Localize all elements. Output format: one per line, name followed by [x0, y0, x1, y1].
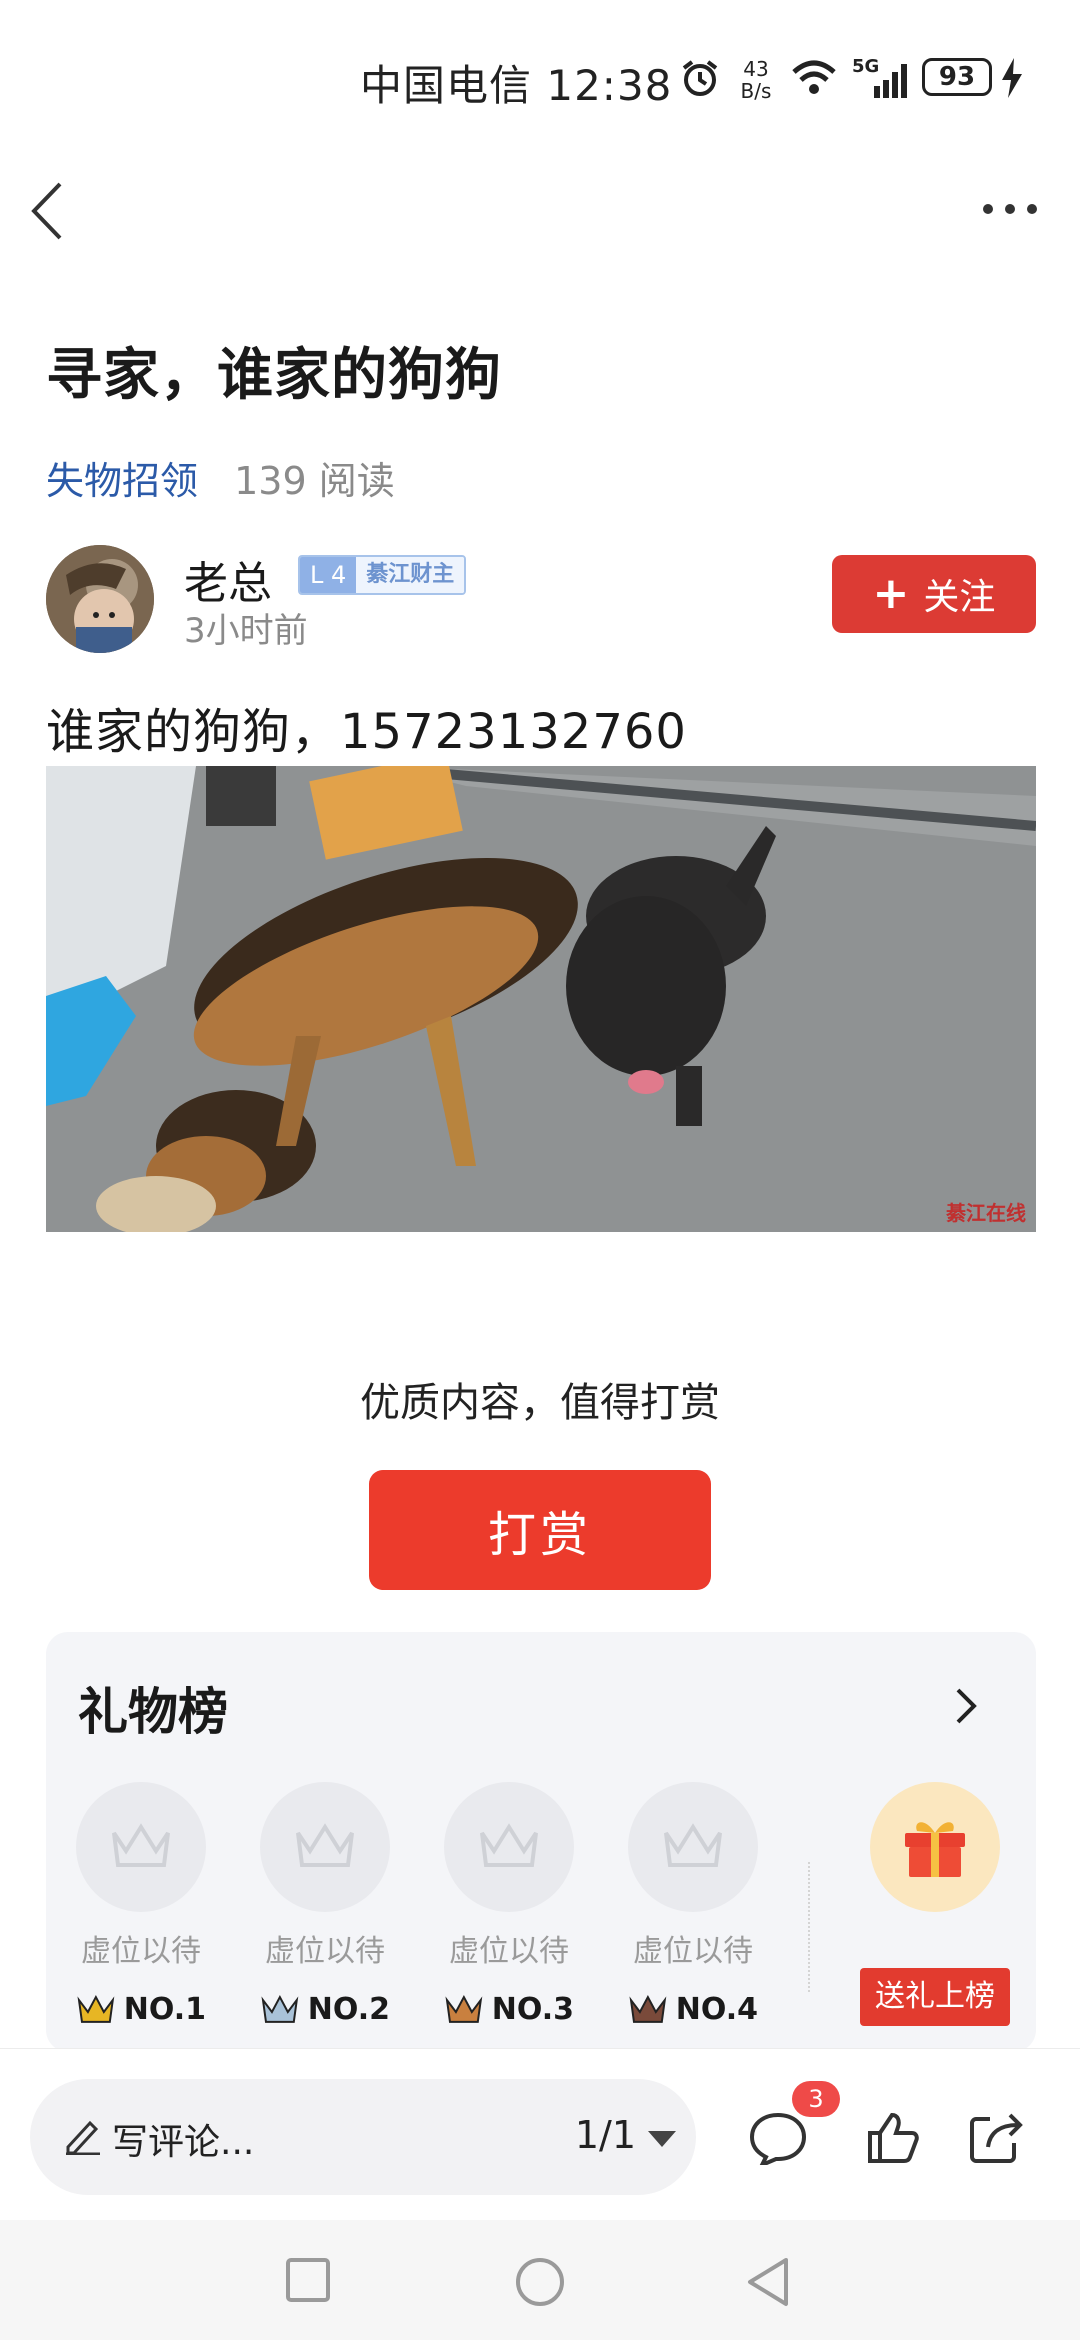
plus-icon: + — [872, 568, 910, 619]
battery-indicator: 93 — [922, 58, 992, 96]
crown-outline-icon — [480, 1823, 538, 1867]
slot-avatar — [444, 1782, 574, 1912]
cellular-signal-icon — [874, 64, 907, 98]
article-title: 寻家，谁家的狗狗 — [46, 343, 502, 408]
crown-bronze-icon — [445, 1994, 483, 2023]
avatar[interactable] — [46, 545, 154, 653]
gift-divider — [808, 1862, 810, 1992]
gift-slot-1[interactable]: 虚位以待 NO.1 — [76, 1782, 206, 2027]
crown-silver-icon — [261, 1994, 299, 2023]
comment-count-badge: 3 — [792, 2081, 840, 2117]
net-speed-unit: B/s — [740, 79, 772, 103]
alarm-icon — [682, 60, 718, 96]
net-speed: 43 B/s — [736, 58, 776, 102]
slot-rank: NO.1 — [76, 1992, 206, 2027]
top-nav — [0, 170, 1080, 250]
comment-icon[interactable] — [748, 2111, 808, 2165]
article-meta: 失物招领 139 阅读 — [46, 450, 395, 505]
crown-outline-icon — [664, 1823, 722, 1867]
gift-slot-3[interactable]: 虚位以待 NO.3 — [444, 1782, 574, 2027]
like-icon[interactable] — [866, 2111, 920, 2165]
comment-input[interactable]: 写评论... 1/1 — [30, 2079, 696, 2195]
send-gift[interactable]: 送礼上榜 — [860, 1782, 1010, 2026]
post-photo[interactable]: 綦江在线 — [46, 766, 1036, 1232]
author-name[interactable]: 老总 — [184, 547, 272, 611]
status-bar: 中国电信 12:38 43 B/s 5G 93 — [0, 0, 1080, 150]
wifi-icon — [792, 60, 836, 94]
read-count: 139 阅读 — [234, 459, 395, 503]
follow-label: 关注 — [923, 577, 996, 618]
gift-slot-4[interactable]: 虚位以待 NO.4 — [628, 1782, 758, 2027]
bottom-action-bar: 写评论... 1/1 3 — [0, 2048, 1080, 2220]
category-link[interactable]: 失物招领 — [46, 459, 198, 503]
back-icon[interactable] — [24, 176, 74, 246]
slot-label: 虚位以待 — [81, 1934, 201, 1969]
gift-board: 礼物榜 虚位以待 NO.1 虚位以待 NO.2 虚位以待 NO.3 虚位以待 N… — [46, 1632, 1036, 2052]
slot-rank: NO.2 — [260, 1992, 390, 2027]
slot-avatar — [260, 1782, 390, 1912]
slot-avatar — [76, 1782, 206, 1912]
share-icon[interactable] — [968, 2111, 1026, 2165]
crown-brown-icon — [629, 1994, 667, 2023]
reward-button[interactable]: 打赏 — [369, 1470, 711, 1590]
slot-rank: NO.4 — [628, 1992, 758, 2027]
chevron-right-icon[interactable] — [952, 1684, 982, 1728]
author-row: 老总 L 4 綦江财主 3小时前 + 关注 — [46, 545, 1036, 655]
send-gift-button[interactable]: 送礼上榜 — [860, 1968, 1010, 2026]
slot-rank: NO.3 — [444, 1992, 574, 2027]
gift-slot-2[interactable]: 虚位以待 NO.2 — [260, 1782, 390, 2027]
crown-gold-icon — [77, 1994, 115, 2023]
follow-button[interactable]: + 关注 — [832, 555, 1036, 633]
home-icon[interactable] — [514, 2256, 566, 2308]
level-value: L 4 — [300, 557, 357, 593]
slot-avatar — [628, 1782, 758, 1912]
back-nav-icon[interactable] — [744, 2256, 792, 2308]
post-content: 谁家的狗狗，15723132760 — [46, 704, 687, 760]
slot-label: 虚位以待 — [265, 1934, 385, 1969]
reward-tip: 优质内容，值得打赏 — [360, 1380, 720, 1426]
gift-box-icon — [905, 1822, 965, 1877]
comment-placeholder: 写评论... — [112, 2122, 255, 2163]
more-options-icon[interactable] — [980, 194, 1040, 224]
net-speed-value: 43 — [743, 57, 769, 81]
crown-outline-icon — [296, 1823, 354, 1867]
dropdown-arrow-icon[interactable] — [648, 2131, 676, 2147]
recents-icon[interactable] — [284, 2256, 332, 2304]
rank-title: 綦江财主 — [356, 557, 465, 593]
post-time: 3小时前 — [184, 611, 308, 651]
page-indicator[interactable]: 1/1 — [575, 2113, 636, 2157]
photo-watermark: 綦江在线 — [946, 1201, 1026, 1225]
pen-icon — [66, 2120, 100, 2155]
gift-board-title: 礼物榜 — [78, 1683, 228, 1741]
crown-outline-icon — [112, 1823, 170, 1867]
charging-icon — [1002, 58, 1022, 98]
carrier-time: 中国电信 12:38 — [360, 61, 673, 110]
slot-label: 虚位以待 — [633, 1934, 753, 1969]
level-badge: L 4 綦江财主 — [298, 555, 467, 595]
gift-icon-circle[interactable] — [870, 1782, 1000, 1912]
slot-label: 虚位以待 — [449, 1934, 569, 1969]
system-nav-bar — [0, 2220, 1080, 2340]
